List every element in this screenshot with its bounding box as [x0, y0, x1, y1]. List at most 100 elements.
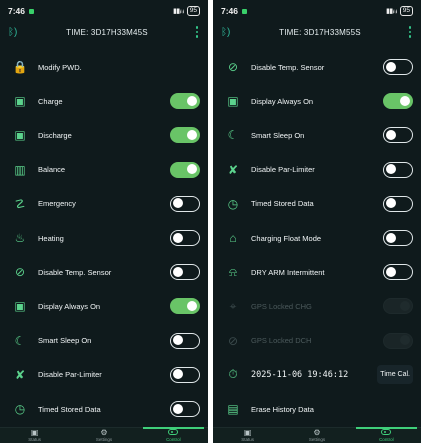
- setting-row-display-always-on: ▣ Display Always On: [0, 289, 208, 323]
- nav-tab-settings[interactable]: ⚙ Settings: [69, 428, 138, 443]
- signal-icon: ▮▮ᵢₗ ᵢₗ: [173, 8, 184, 15]
- time-calibrate-button[interactable]: Time Cal.: [377, 365, 413, 385]
- setting-label: GPS Locked CHG: [251, 301, 312, 311]
- setting-label: Disable Temp. Sensor: [251, 62, 325, 72]
- setting-label: Discharge: [38, 130, 72, 140]
- toggle-dry-arm-intermittent[interactable]: [383, 264, 413, 281]
- toggle-heating[interactable]: [170, 230, 200, 246]
- gps-icon: ⌖: [229, 298, 237, 313]
- setting-row-disable-temp-sensor: ⊘ Disable Temp. Sensor: [213, 50, 421, 84]
- notification-icon: [242, 8, 248, 14]
- nav-label: Status: [28, 436, 42, 442]
- bluetooth-icon[interactable]: ᛒ): [8, 27, 22, 38]
- toggle-charging-float-mode[interactable]: [383, 230, 413, 246]
- setting-label: Timed Stored Data: [38, 404, 101, 414]
- setting-row-dry-arm-intermittent: ⍾ DRY ARM Intermittent: [213, 255, 421, 289]
- setting-row-modify-pwd[interactable]: 🔒 Modify PWD.: [0, 50, 208, 84]
- nav-label: Control: [379, 436, 394, 442]
- setting-label: Timed Stored Data: [251, 199, 314, 209]
- setting-label: Disable Par-Limiter: [251, 165, 315, 175]
- emergency-light-icon: ☡: [14, 196, 26, 211]
- toggle-display-always-on[interactable]: [383, 93, 413, 110]
- setting-label: Smart Sleep On: [38, 336, 92, 346]
- setting-row-timed-stored-data: ◷ Timed Stored Data: [0, 392, 208, 426]
- status-bar: 7:46 ▮▮ᵢₗ ᵢₗ 95: [0, 0, 208, 22]
- app-bar: ᛒ) TIME: 3D17H33M45S: [0, 22, 208, 42]
- heating-icon: ♨: [14, 231, 26, 245]
- toggle-discharge[interactable]: [170, 127, 200, 144]
- overflow-menu-icon[interactable]: [192, 26, 202, 38]
- moon-icon: ☾: [227, 128, 239, 143]
- discharge-battery-icon: ▣: [14, 128, 26, 143]
- nav-tab-control[interactable]: Control: [352, 427, 421, 443]
- status-time: 7:46: [221, 6, 239, 16]
- settings-gear-icon: ⚙: [313, 427, 321, 437]
- battery-icon: 95: [186, 6, 200, 16]
- setting-row-charge: ▣ Charge: [0, 84, 208, 118]
- nav-tab-status[interactable]: ▣ Status: [213, 428, 282, 443]
- status-icon: ▣: [30, 427, 39, 437]
- setting-row-display-always-on: ▣ Display Always On: [213, 84, 421, 118]
- setting-row-disable-temp-sensor: ⊘ Disable Temp. Sensor: [0, 255, 208, 289]
- par-limiter-off-icon: ✘: [14, 367, 26, 382]
- nav-tab-status[interactable]: ▣ Status: [0, 428, 69, 443]
- setting-label: Modify PWD.: [38, 62, 82, 72]
- setting-label: Charging Float Mode: [251, 233, 322, 243]
- lock-icon: 🔒: [12, 60, 28, 74]
- timed-data-icon: ◷: [14, 402, 26, 416]
- toggle-gps-locked-dch: [383, 332, 413, 349]
- setting-label: Smart Sleep On: [251, 130, 305, 140]
- bluetooth-icon[interactable]: ᛒ): [221, 27, 235, 38]
- nav-tab-control[interactable]: Control: [139, 427, 208, 443]
- setting-row-timed-stored-data: ◷ Timed Stored Data: [213, 187, 421, 221]
- control-list: 🔒 Modify PWD. ▣ Charge ▣ Discharge ▥ Balance ☡ Em…: [0, 48, 208, 427]
- control-toggle-icon: [381, 428, 392, 437]
- toggle-smart-sleep-on[interactable]: [383, 127, 413, 144]
- toggle-disable-temp-sensor[interactable]: [170, 264, 200, 281]
- setting-label: Heating: [38, 233, 64, 243]
- clock-icon: ⏱: [228, 367, 238, 382]
- charge-battery-icon: ▣: [14, 94, 26, 109]
- status-bar: 7:46 ▮▮ᵢₗ ᵢₗ 95: [213, 0, 421, 22]
- nav-label: Status: [241, 436, 255, 442]
- setting-label: Emergency: [38, 199, 76, 209]
- setting-row-smart-sleep-on: ☾ Smart Sleep On: [213, 118, 421, 152]
- nav-tab-settings[interactable]: ⚙ Settings: [282, 428, 351, 443]
- battery-icon: 95: [399, 6, 413, 16]
- status-icons: ▮▮ᵢₗ ᵢₗ 95: [173, 6, 200, 16]
- toggle-disable-par-limiter[interactable]: [383, 161, 413, 178]
- bottom-navigation: ▣ Status ⚙ Settings Control: [213, 427, 421, 443]
- toggle-emergency[interactable]: [170, 195, 200, 212]
- setting-row-emergency: ☡ Emergency: [0, 187, 208, 221]
- runtime-title: TIME: 3D17H33M45S: [66, 27, 148, 37]
- toggle-timed-stored-data[interactable]: [383, 195, 413, 212]
- temp-sensor-off-icon: ⊘: [14, 265, 26, 280]
- control-toggle-icon: [168, 428, 179, 437]
- screenshot-pair: 7:46 ▮▮ᵢₗ ᵢₗ 95 ᛒ) TIME: 3D17H33M45S 🔒 Mo…: [0, 0, 421, 443]
- setting-row-2025-11-06-19-46-12[interactable]: ⏱ 2025-11-06 19:46:12 Time Cal.: [213, 358, 421, 392]
- toggle-timed-stored-data[interactable]: [170, 401, 200, 417]
- setting-row-gps-locked-dch: ⊘ GPS Locked DCH: [213, 324, 421, 358]
- toggle-disable-temp-sensor[interactable]: [383, 59, 413, 75]
- setting-label: Balance: [38, 165, 66, 175]
- toggle-gps-locked-chg: [383, 298, 413, 315]
- setting-label: Erase History Data: [251, 404, 314, 414]
- setting-row-gps-locked-chg: ⌖ GPS Locked CHG: [213, 289, 421, 323]
- status-time-group: 7:46: [8, 6, 35, 16]
- nav-label: Control: [166, 436, 181, 442]
- toggle-smart-sleep-on[interactable]: [170, 332, 200, 349]
- overflow-menu-icon[interactable]: [405, 26, 415, 38]
- toggle-disable-par-limiter[interactable]: [170, 366, 200, 383]
- toggle-display-always-on[interactable]: [170, 298, 200, 315]
- status-icons: ▮▮ᵢₗ ᵢₗ 95: [386, 6, 413, 16]
- setting-row-balance: ▥ Balance: [0, 153, 208, 187]
- phone-screen-right: 7:46 ▮▮ᵢₗ ᵢₗ 95 ᛒ) TIME: 3D17H33M55S ⊘ Di…: [213, 0, 421, 443]
- toggle-balance[interactable]: [170, 161, 200, 178]
- display-icon: ▣: [227, 94, 239, 109]
- runtime-title: TIME: 3D17H33M55S: [279, 27, 361, 37]
- settings-gear-icon: ⚙: [100, 427, 108, 437]
- setting-label: DRY ARM Intermittent: [251, 267, 325, 277]
- toggle-charge[interactable]: [170, 93, 200, 110]
- setting-row-erase-history-data[interactable]: ▤ Erase History Data: [213, 392, 421, 426]
- par-limiter-off-icon: ✘: [227, 162, 239, 177]
